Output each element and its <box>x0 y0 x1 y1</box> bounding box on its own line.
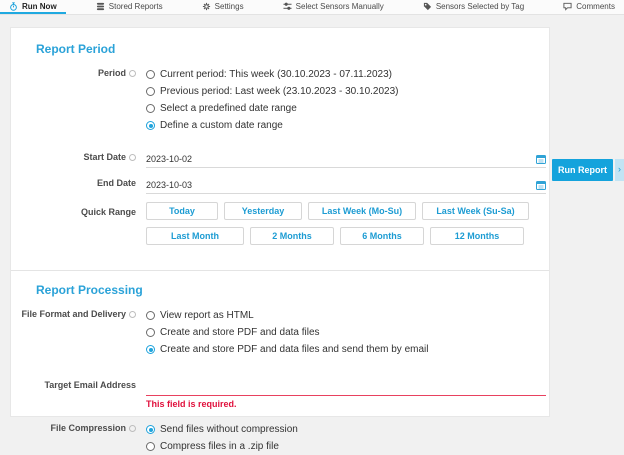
tab-select-sensors-manually[interactable]: Select Sensors Manually <box>274 0 393 14</box>
quick-range-row: Quick Range Today Yesterday Last Week (M… <box>11 202 549 252</box>
file-format-option-pdf[interactable]: Create and store PDF and data files <box>146 324 546 341</box>
file-format-row: File Format and Delivery View report as … <box>11 307 549 358</box>
info-icon[interactable] <box>129 425 136 432</box>
quick-range-last-week-su-sa-button[interactable]: Last Week (Su-Sa) <box>422 202 529 220</box>
tab-label: Stored Reports <box>109 2 163 11</box>
period-option-custom[interactable]: Define a custom date range <box>146 117 546 134</box>
quick-range-today-button[interactable]: Today <box>146 202 218 220</box>
tab-stored-reports[interactable]: Stored Reports <box>87 0 172 14</box>
sliders-icon <box>283 2 292 11</box>
radio-label: Previous period: Last week (23.10.2023 -… <box>160 86 399 97</box>
file-format-option-pdf-email[interactable]: Create and store PDF and data files and … <box>146 341 546 358</box>
radio-label: Create and store PDF and data files and … <box>160 344 428 355</box>
target-email-label: Target Email Address <box>11 378 146 390</box>
radio-icon[interactable] <box>146 328 155 337</box>
radio-icon[interactable] <box>146 70 155 79</box>
file-format-option-html[interactable]: View report as HTML <box>146 307 546 324</box>
period-row: Period Current period: This week (30.10.… <box>11 66 549 134</box>
end-date-row: End Date <box>11 176 549 194</box>
period-label: Period <box>11 66 146 78</box>
quick-range-6-months-button[interactable]: 6 Months <box>340 227 424 245</box>
start-date-input[interactable] <box>146 154 536 164</box>
radio-icon[interactable] <box>146 87 155 96</box>
tab-label: Run Now <box>22 2 57 11</box>
radio-label: Compress files in a .zip file <box>160 441 279 452</box>
tab-comments[interactable]: Comments <box>554 0 624 14</box>
required-field-error: This field is required. <box>146 399 546 409</box>
tab-label: Comments <box>576 2 615 11</box>
report-settings-card: Report Period Period Current period: Thi… <box>10 27 550 417</box>
radio-label: Send files without compression <box>160 424 298 435</box>
compression-option-zip[interactable]: Compress files in a .zip file <box>146 438 546 455</box>
file-format-label: File Format and Delivery <box>11 307 146 319</box>
report-period-heading: Report Period <box>36 42 549 56</box>
gear-icon <box>202 2 211 11</box>
tab-label: Sensors Selected by Tag <box>436 2 524 11</box>
target-email-input[interactable] <box>146 382 546 392</box>
quick-range-2-months-button[interactable]: 2 Months <box>250 227 334 245</box>
database-icon <box>96 2 105 11</box>
end-date-input[interactable] <box>146 180 536 190</box>
report-processing-heading: Report Processing <box>36 283 549 297</box>
quick-range-label: Quick Range <box>11 202 146 217</box>
stopwatch-icon <box>9 2 18 11</box>
tab-bar: Run Now Stored Reports Settings Select S… <box>0 0 624 15</box>
tab-settings[interactable]: Settings <box>193 0 253 14</box>
period-option-current[interactable]: Current period: This week (30.10.2023 - … <box>146 66 546 83</box>
start-date-label: Start Date <box>11 150 146 162</box>
period-option-predefined[interactable]: Select a predefined date range <box>146 100 546 117</box>
end-date-label: End Date <box>11 176 146 188</box>
tab-label: Select Sensors Manually <box>296 2 384 11</box>
file-compression-label: File Compression <box>11 421 146 433</box>
quick-range-yesterday-button[interactable]: Yesterday <box>224 202 302 220</box>
target-email-row: Target Email Address This field is requi… <box>11 378 549 409</box>
tag-icon <box>423 2 432 11</box>
period-option-previous[interactable]: Previous period: Last week (23.10.2023 -… <box>146 83 546 100</box>
file-compression-row: File Compression Send files without comp… <box>11 421 549 455</box>
calendar-icon[interactable] <box>536 154 546 164</box>
info-icon[interactable] <box>129 311 136 318</box>
tab-sensors-selected-by-tag[interactable]: Sensors Selected by Tag <box>414 0 533 14</box>
radio-label: Create and store PDF and data files <box>160 327 320 338</box>
radio-label: Current period: This week (30.10.2023 - … <box>160 69 392 80</box>
radio-icon[interactable] <box>146 442 155 451</box>
radio-icon[interactable] <box>146 425 155 434</box>
compression-option-none[interactable]: Send files without compression <box>146 421 546 438</box>
run-report-button[interactable]: Run Report <box>552 159 613 181</box>
start-date-row: Start Date <box>11 150 549 168</box>
quick-range-12-months-button[interactable]: 12 Months <box>430 227 524 245</box>
radio-icon[interactable] <box>146 121 155 130</box>
radio-icon[interactable] <box>146 311 155 320</box>
comment-icon <box>563 2 572 11</box>
quick-range-last-month-button[interactable]: Last Month <box>146 227 244 245</box>
radio-label: Select a predefined date range <box>160 103 297 114</box>
radio-label: View report as HTML <box>160 310 254 321</box>
radio-icon[interactable] <box>146 345 155 354</box>
expand-panel-chevron-icon[interactable]: › <box>615 159 624 181</box>
tab-run-now[interactable]: Run Now <box>0 0 66 14</box>
info-icon[interactable] <box>129 70 136 77</box>
quick-range-last-week-mo-su-button[interactable]: Last Week (Mo-Su) <box>308 202 416 220</box>
section-divider <box>11 270 549 271</box>
info-icon[interactable] <box>129 154 136 161</box>
tab-label: Settings <box>215 2 244 11</box>
radio-label: Define a custom date range <box>160 120 283 131</box>
calendar-icon[interactable] <box>536 180 546 190</box>
radio-icon[interactable] <box>146 104 155 113</box>
